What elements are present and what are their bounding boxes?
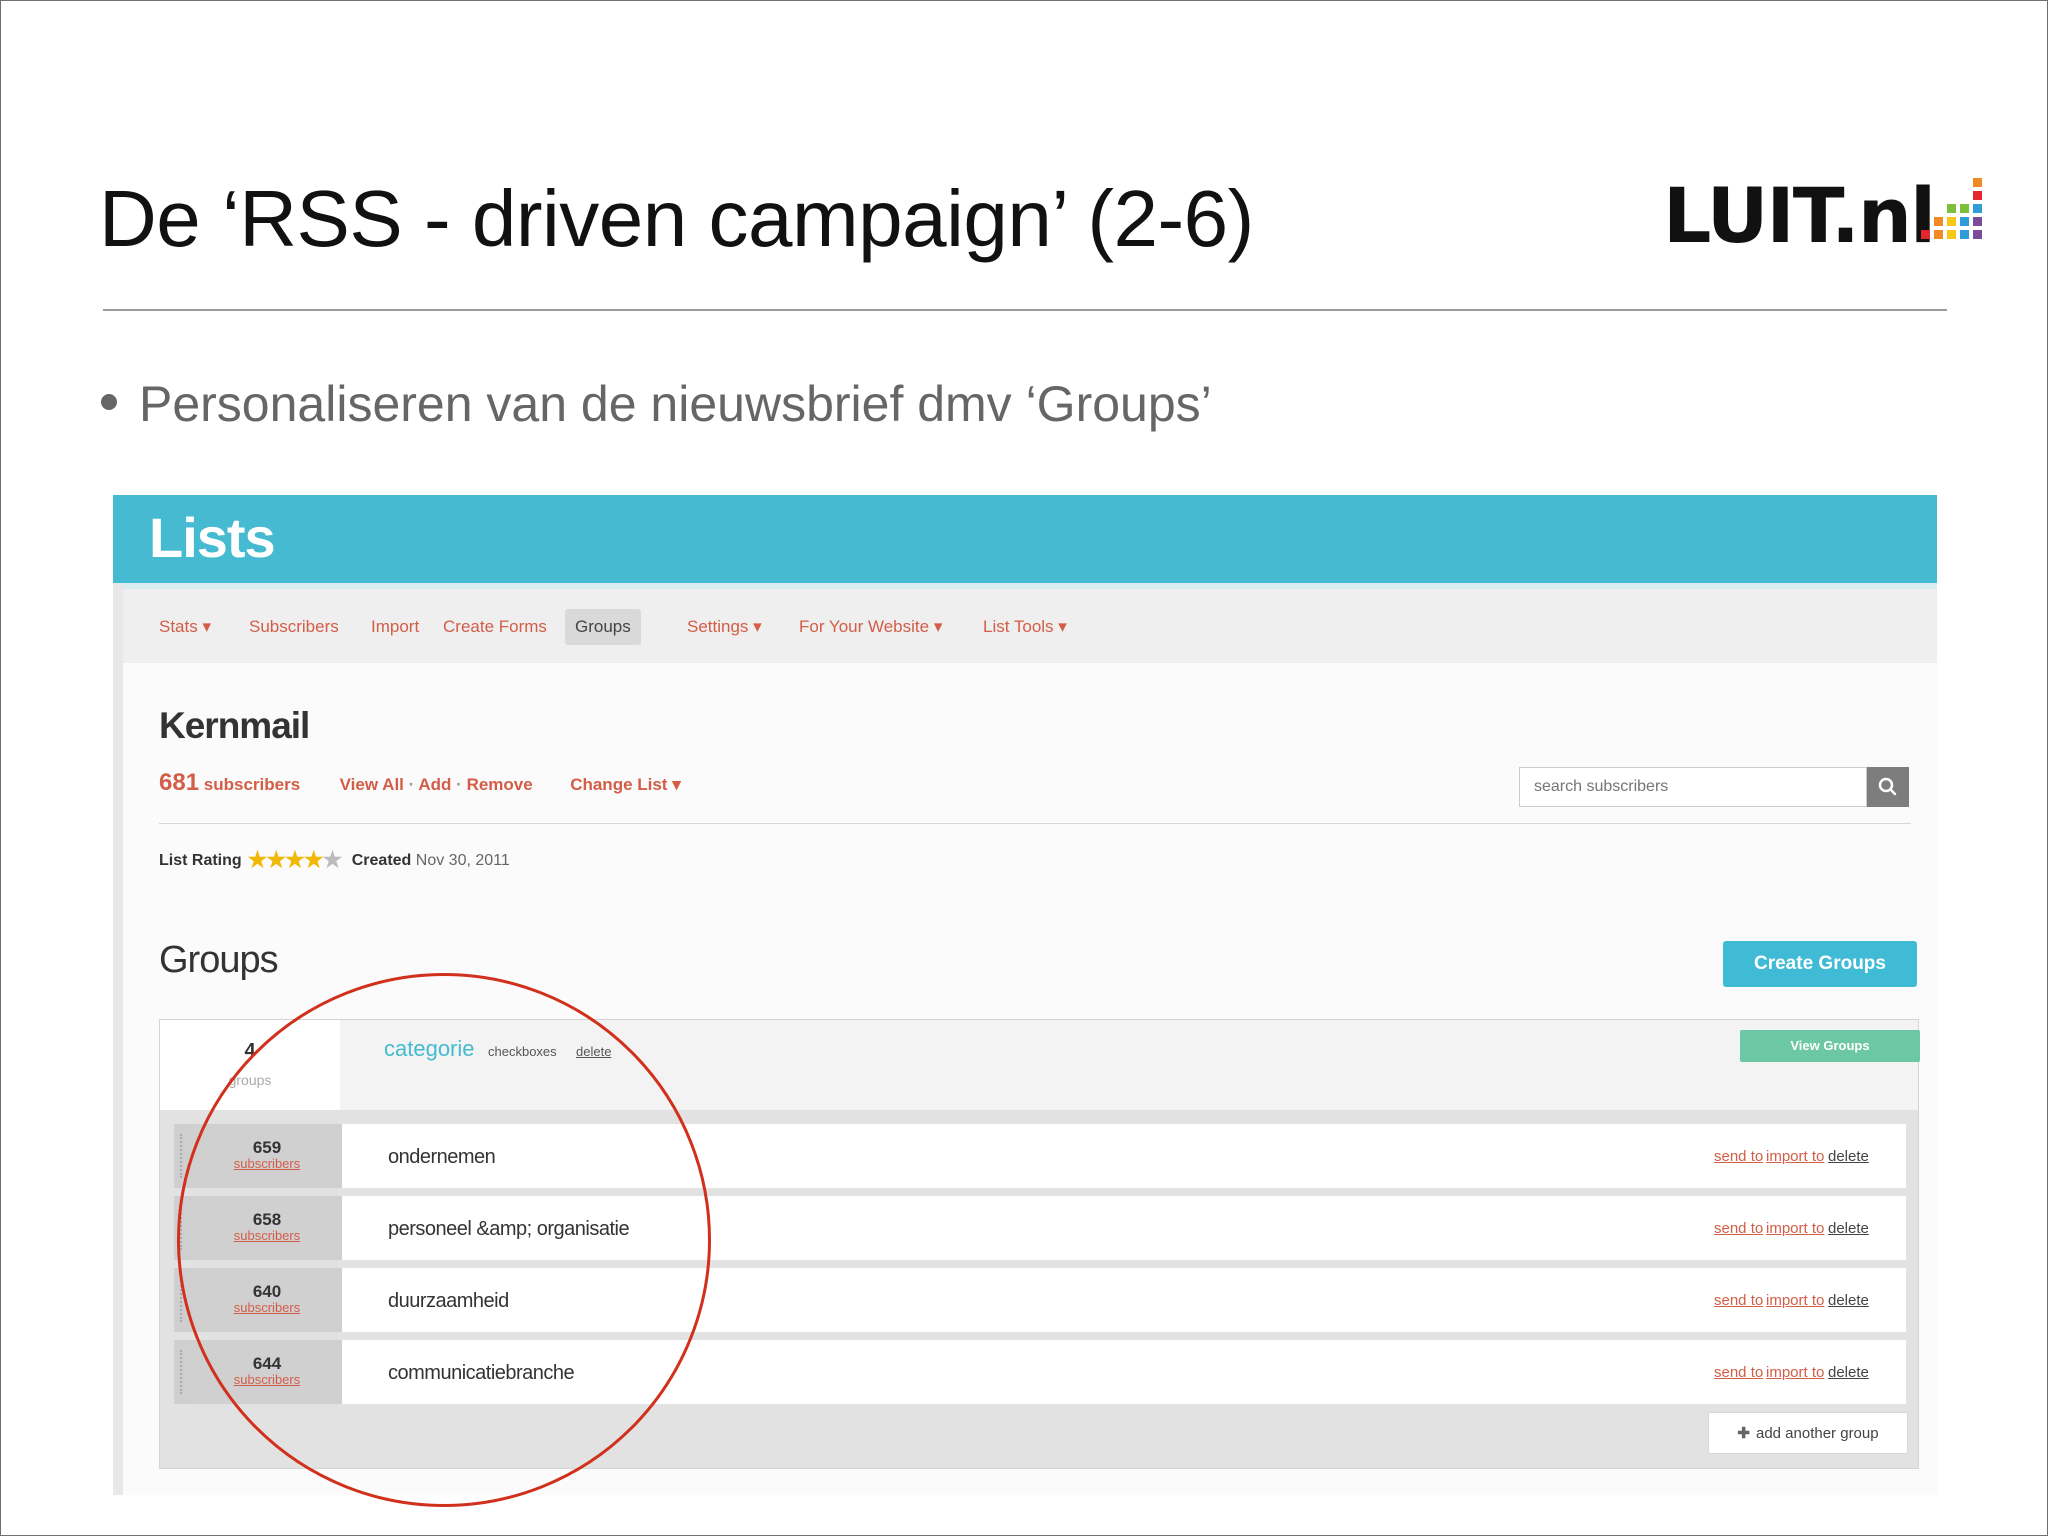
group-row: 640 subscribers duurzaamheid send to imp… [174, 1268, 1906, 1332]
row-name-cell: duurzaamheid send to import to delete [342, 1268, 1906, 1332]
row-name-cell: personeel &amp; organisatie send to impo… [342, 1196, 1906, 1260]
drag-handle-icon[interactable] [174, 1196, 192, 1260]
import-to-link[interactable]: import to [1766, 1148, 1824, 1165]
import-to-link[interactable]: import to [1766, 1364, 1824, 1381]
send-to-link[interactable]: send to [1714, 1148, 1763, 1165]
import-to-link[interactable]: import to [1766, 1220, 1824, 1237]
group-row: 658 subscribers personeel &amp; organisa… [174, 1196, 1906, 1260]
row-name: communicatiebranche [388, 1362, 575, 1384]
row-count-cell: 659 subscribers [192, 1124, 342, 1188]
row-name: duurzaamheid [388, 1290, 509, 1312]
left-edge [113, 583, 123, 1495]
bullet-text: Personaliseren van de nieuwsbrief dmv ‘G… [139, 376, 1212, 432]
group-name[interactable]: categorie [384, 1036, 475, 1062]
row-subscribers-link[interactable]: subscribers [192, 1156, 342, 1171]
row-subscribers-link[interactable]: subscribers [192, 1300, 342, 1315]
row-name-cell: ondernemen send to import to delete [342, 1124, 1906, 1188]
bullet-point: Personaliseren van de nieuwsbrief dmv ‘G… [101, 375, 1212, 433]
groups-heading: Groups [159, 939, 279, 981]
created-value: Nov 30, 2011 [415, 852, 510, 869]
slide-title: De ‘RSS - driven campaign’ (2-6) [99, 174, 1254, 263]
row-count-cell: 640 subscribers [192, 1268, 342, 1332]
group-panel: 4 groups categorie checkboxes delete Vie… [159, 1019, 1920, 1469]
logo-bars-icon [1921, 178, 1983, 239]
rating-stars-icon: ★★★★★ [247, 847, 343, 872]
search-input[interactable] [1520, 768, 1836, 806]
row-count: 640 [252, 1282, 282, 1301]
row-delete-link[interactable]: delete [1828, 1148, 1869, 1165]
luit-logo: LUIT.nl [1663, 171, 1983, 260]
add-another-group-button[interactable]: ✚ add another group [1708, 1412, 1908, 1454]
nav-stats[interactable]: Stats ▾ [159, 617, 211, 637]
list-rating-label: List Rating [159, 852, 242, 869]
group-count: 4 [244, 1040, 256, 1062]
page-title: Lists [149, 506, 276, 569]
group-row: 659 subscribers ondernemen send to impor… [174, 1124, 1906, 1188]
row-name: ondernemen [388, 1146, 496, 1168]
group-count-label: groups [228, 1072, 272, 1088]
import-to-link[interactable]: import to [1766, 1292, 1824, 1309]
group-type: checkboxes [488, 1044, 557, 1059]
add-group-label: add another group [1755, 1425, 1879, 1442]
row-delete-link[interactable]: delete [1828, 1292, 1869, 1309]
nav-groups[interactable]: Groups [565, 609, 641, 645]
change-list-dropdown[interactable]: Change List ▾ [570, 775, 681, 794]
drag-handle-icon[interactable] [174, 1268, 192, 1332]
row-name: personeel &amp; organisatie [388, 1218, 630, 1240]
row-name-cell: communicatiebranche send to import to de… [342, 1340, 1906, 1404]
add-link[interactable]: Add [418, 775, 451, 794]
send-to-link[interactable]: send to [1714, 1364, 1763, 1381]
row-count-cell: 658 subscribers [192, 1196, 342, 1260]
search-button[interactable] [1867, 767, 1909, 807]
group-count-box: 4 groups [160, 1020, 340, 1110]
list-rating: List Rating ★★★★★ Created Nov 30, 2011 [159, 847, 510, 873]
remove-link[interactable]: Remove [467, 775, 533, 794]
header-banner: Lists [113, 495, 1937, 583]
row-count: 658 [252, 1210, 282, 1229]
create-groups-button[interactable]: Create Groups [1723, 941, 1917, 987]
search-icon [1878, 777, 1897, 796]
list-name: Kernmail [159, 705, 310, 746]
nav-create-forms[interactable]: Create Forms [443, 617, 547, 637]
title-divider [103, 309, 1947, 311]
bullet-dot-icon [101, 393, 117, 410]
send-to-link[interactable]: send to [1714, 1220, 1763, 1237]
nav-import[interactable]: Import [371, 617, 419, 637]
row-count: 644 [252, 1354, 282, 1373]
nav-settings[interactable]: Settings ▾ [687, 617, 762, 637]
view-groups-button[interactable]: View Groups [1740, 1030, 1920, 1062]
slide: De ‘RSS - driven campaign’ (2-6) LUIT.nl… [0, 0, 2048, 1536]
app-screenshot: Lists Stats ▾ Subscribers Import Create … [113, 495, 1937, 1495]
plus-icon: ✚ [1737, 1425, 1750, 1442]
nav-for-your-website[interactable]: For Your Website ▾ [799, 617, 942, 637]
group-row: 644 subscribers communicatiebranche send… [174, 1340, 1906, 1404]
row-delete-link[interactable]: delete [1828, 1220, 1869, 1237]
group-header: categorie checkboxes delete View Groups [340, 1020, 1920, 1110]
send-to-link[interactable]: send to [1714, 1292, 1763, 1309]
view-all-link[interactable]: View All [340, 775, 404, 794]
drag-handle-icon[interactable] [174, 1124, 192, 1188]
nav-subscribers[interactable]: Subscribers [249, 617, 339, 637]
list-content: Kernmail 681 subscribers View All · Add … [123, 663, 1937, 1495]
subscriber-summary: 681 subscribers View All · Add · Remove … [159, 769, 681, 796]
row-count: 659 [252, 1138, 282, 1157]
nav-list-tools[interactable]: List Tools ▾ [983, 617, 1067, 637]
subscriber-count: 681 [159, 769, 200, 796]
meta-divider [159, 823, 1911, 824]
row-count-cell: 644 subscribers [192, 1340, 342, 1404]
row-subscribers-link[interactable]: subscribers [192, 1372, 342, 1387]
logo-text: LUIT.nl [1663, 171, 1936, 260]
search-field [1519, 767, 1867, 807]
subscriber-label[interactable]: subscribers [204, 775, 300, 794]
row-delete-link[interactable]: delete [1828, 1364, 1869, 1381]
list-navbar: Stats ▾ Subscribers Import Create Forms … [123, 583, 1937, 663]
created-label: Created [351, 852, 412, 869]
group-delete-link[interactable]: delete [576, 1044, 611, 1059]
row-subscribers-link[interactable]: subscribers [192, 1228, 342, 1243]
drag-handle-icon[interactable] [174, 1340, 192, 1404]
